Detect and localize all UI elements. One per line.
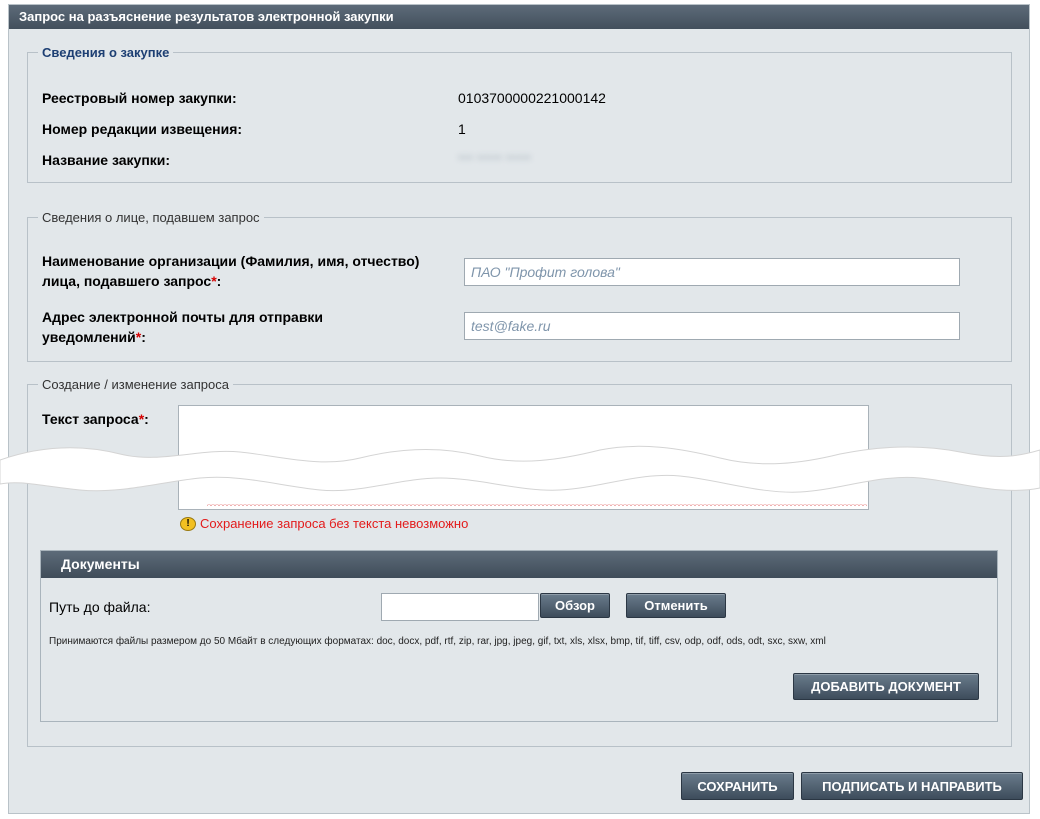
warning-icon: ! <box>180 516 196 531</box>
file-formats-note: Принимаются файлы размером до 50 Мбайт в… <box>49 636 826 647</box>
email-label-text: Адрес электронной почты для отправки уве… <box>42 309 324 345</box>
request-text-label-text: Текст запроса <box>42 411 139 427</box>
validation-error-text: Сохранение запроса без текста невозможно <box>200 516 469 531</box>
request-legend: Создание / изменение запроса <box>42 377 229 392</box>
email-input[interactable] <box>464 312 960 340</box>
org-name-label-text: Наименование организации (Фамилия, имя, … <box>42 253 420 289</box>
reg-number-label: Реестровый номер закупки: <box>42 90 237 106</box>
file-path-label: Путь до файла: <box>49 599 151 615</box>
request-text-label: Текст запроса*: <box>42 409 149 429</box>
request-text-area[interactable] <box>178 405 869 510</box>
spellcheck-underline <box>207 502 867 508</box>
dialog-title: Запрос на разъяснение результатов электр… <box>9 5 1029 29</box>
save-button[interactable]: СОХРАНИТЬ <box>681 772 794 800</box>
documents-title: Документы <box>41 551 997 578</box>
reg-number-value: 0103700000221000142 <box>458 90 606 106</box>
requester-legend: Сведения о лице, подавшем запрос <box>42 210 260 225</box>
cancel-file-button[interactable]: Отменить <box>626 593 726 618</box>
browse-button[interactable]: Обзор <box>540 593 610 618</box>
revision-value: 1 <box>458 121 466 137</box>
org-name-input[interactable] <box>464 258 960 286</box>
org-name-label: Наименование организации (Фамилия, имя, … <box>42 251 422 291</box>
purchase-name-value: *** ***** ***** <box>458 152 531 167</box>
file-path-input[interactable] <box>381 593 539 621</box>
sign-and-send-button[interactable]: ПОДПИСАТЬ И НАПРАВИТЬ <box>801 772 1023 800</box>
label-colon: : <box>216 273 222 289</box>
revision-label: Номер редакции извещения: <box>42 121 243 137</box>
request-dialog: Запрос на разъяснение результатов электр… <box>8 4 1030 814</box>
email-label: Адрес электронной почты для отправки уве… <box>42 307 422 347</box>
purchase-info-legend: Сведения о закупке <box>42 45 170 60</box>
add-document-button[interactable]: ДОБАВИТЬ ДОКУМЕНТ <box>793 673 979 700</box>
label-colon: : <box>144 411 149 427</box>
label-colon: : <box>141 329 146 345</box>
validation-error: ! Сохранение запроса без текста невозмож… <box>180 516 468 531</box>
purchase-name-label: Название закупки: <box>42 152 171 168</box>
